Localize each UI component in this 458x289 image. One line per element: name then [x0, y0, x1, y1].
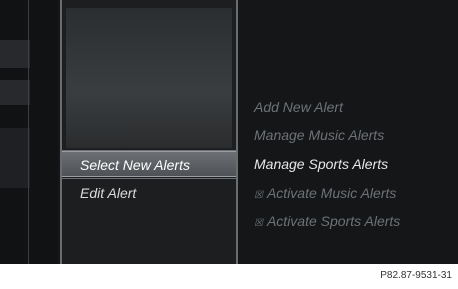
figure-code: P82.87-9531-31 [380, 270, 452, 281]
side-bar [0, 128, 30, 188]
submenu-item-label: Activate Music Alerts [266, 185, 397, 201]
submenu-panel: Add New Alert Manage Music Alerts Manage… [240, 0, 458, 264]
divider [28, 0, 29, 264]
submenu-item-activate-music-alerts[interactable]: ☒ Activate Music Alerts [254, 182, 396, 204]
divider [62, 178, 236, 179]
menu-item-select-new-alerts[interactable]: Select New Alerts [62, 151, 236, 177]
left-strip [0, 0, 58, 264]
main-menu-panel: Select New Alerts Edit Alert [60, 0, 238, 264]
figure-footer: P82.87-9531-31 [0, 264, 458, 289]
submenu-item-manage-music-alerts[interactable]: Manage Music Alerts [254, 124, 384, 146]
menu-item-edit-alert[interactable]: Edit Alert [62, 180, 236, 206]
submenu-item-add-new-alert[interactable]: Add New Alert [254, 96, 343, 118]
checkbox-icon: ☒ [254, 190, 263, 201]
side-bar [0, 40, 30, 68]
checkbox-icon: ☒ [254, 218, 263, 229]
head-unit-screen: Select New Alerts Edit Alert Add New Ale… [0, 0, 458, 264]
submenu-item-manage-sports-alerts[interactable]: Manage Sports Alerts [254, 153, 388, 175]
submenu-item-activate-sports-alerts[interactable]: ☒ Activate Sports Alerts [254, 210, 400, 232]
side-bar [0, 80, 30, 105]
submenu-item-label: Activate Sports Alerts [266, 213, 401, 229]
album-art-preview [66, 8, 232, 148]
